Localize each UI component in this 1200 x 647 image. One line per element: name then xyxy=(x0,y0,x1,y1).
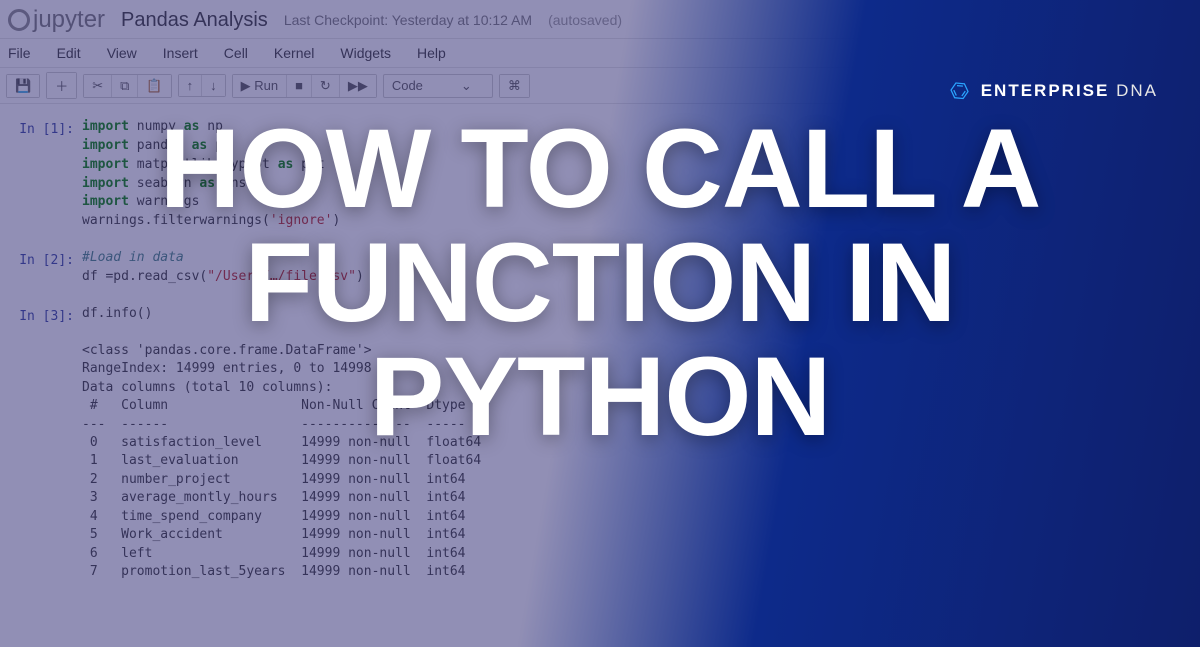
move-up-button[interactable]: ↑ xyxy=(179,75,203,96)
cell-prompt: In [1]: xyxy=(6,118,82,231)
add-cell-button[interactable]: ＋ xyxy=(47,73,76,98)
save-button[interactable]: 💾 xyxy=(7,75,39,97)
jupyter-logo: jupyter xyxy=(8,6,105,34)
cell-type-select[interactable]: Code ⌄ xyxy=(383,74,493,98)
code-cell-2[interactable]: In [2]: #Load in data df =pd.read_csv("/… xyxy=(0,245,1200,291)
autosaved-text: (autosaved) xyxy=(548,12,622,28)
notebook-toolbar: 💾 ＋ ✂ ⧉ 📋 ↑ ↓ ▶ Run ■ ↻ ▶▶ Code ⌄ ⌘ xyxy=(0,68,1200,104)
copy-button[interactable]: ⧉ xyxy=(112,75,138,97)
menu-cell[interactable]: Cell xyxy=(224,45,248,61)
output-cell-3: <class 'pandas.core.frame.DataFrame'> Ra… xyxy=(0,338,1200,586)
paste-button[interactable]: 📋 xyxy=(138,75,170,97)
chevron-down-icon: ⌄ xyxy=(461,78,472,94)
code-cell-3[interactable]: In [3]: df.info() xyxy=(0,301,1200,328)
menu-edit[interactable]: Edit xyxy=(57,45,81,61)
jupyter-notebook: jupyter Pandas Analysis Last Checkpoint:… xyxy=(0,0,1200,647)
cut-button[interactable]: ✂ xyxy=(84,75,112,97)
run-all-button[interactable]: ▶▶ xyxy=(340,75,376,97)
cell-output: <class 'pandas.core.frame.DataFrame'> Ra… xyxy=(82,342,1194,582)
menu-view[interactable]: View xyxy=(107,45,137,61)
stop-button[interactable]: ■ xyxy=(287,75,312,97)
checkpoint-text: Last Checkpoint: Yesterday at 10:12 AM xyxy=(284,12,532,28)
move-down-button[interactable]: ↓ xyxy=(202,75,225,96)
notebook-header: jupyter Pandas Analysis Last Checkpoint:… xyxy=(0,0,1200,38)
jupyter-logo-icon xyxy=(8,9,30,31)
notebook-title[interactable]: Pandas Analysis xyxy=(121,9,268,32)
run-button[interactable]: ▶ Run xyxy=(233,75,287,97)
notebook-body: In [1]: import numpy as np import pandas… xyxy=(0,104,1200,596)
restart-button[interactable]: ↻ xyxy=(312,75,340,97)
notebook-menu: File Edit View Insert Cell Kernel Widget… xyxy=(0,38,1200,68)
menu-kernel[interactable]: Kernel xyxy=(274,45,314,61)
command-palette-button[interactable]: ⌘ xyxy=(500,75,529,97)
cell-prompt: In [3]: xyxy=(6,305,82,324)
cell-source: df.info() xyxy=(82,305,1194,324)
menu-widgets[interactable]: Widgets xyxy=(340,45,391,61)
code-cell-1[interactable]: In [1]: import numpy as np import pandas… xyxy=(0,114,1200,235)
output-prompt xyxy=(6,342,82,582)
cell-prompt: In [2]: xyxy=(6,249,82,287)
menu-file[interactable]: File xyxy=(8,45,31,61)
cell-source: import numpy as np import pandas as pd i… xyxy=(82,118,1194,231)
thumbnail-stage: jupyter Pandas Analysis Last Checkpoint:… xyxy=(0,0,1200,647)
cell-type-value: Code xyxy=(392,78,423,93)
cell-source: #Load in data df =pd.read_csv("/Users/…/… xyxy=(82,249,1194,287)
menu-help[interactable]: Help xyxy=(417,45,446,61)
menu-insert[interactable]: Insert xyxy=(163,45,198,61)
jupyter-logo-text: jupyter xyxy=(33,6,105,34)
